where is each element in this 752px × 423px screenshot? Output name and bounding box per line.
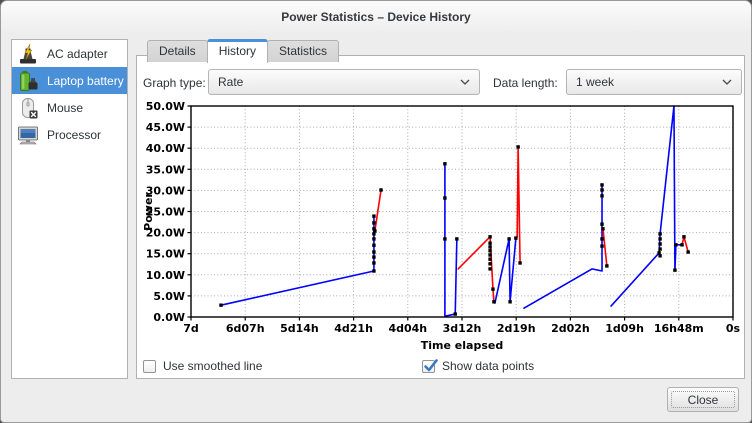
checkbox-label: Use smoothed line — [163, 359, 262, 373]
svg-text:40.0W: 40.0W — [146, 142, 185, 155]
svg-text:50.0W: 50.0W — [146, 100, 185, 113]
svg-text:35.0W: 35.0W — [146, 163, 185, 176]
svg-text:5d14h: 5d14h — [280, 322, 319, 335]
tab-statistics[interactable]: Statistics — [267, 40, 339, 62]
sidebar-item-label: Processor — [47, 128, 101, 142]
svg-text:2d19h: 2d19h — [497, 322, 536, 335]
svg-text:Time elapsed: Time elapsed — [421, 339, 503, 351]
graph-type-select[interactable]: Rate — [208, 69, 480, 95]
svg-text:45.0W: 45.0W — [146, 121, 185, 134]
sidebar-item-label: Laptop battery — [47, 74, 124, 88]
data-length-value: 1 week — [576, 75, 614, 89]
svg-text:15.0W: 15.0W — [146, 248, 185, 261]
device-list: AC adapter Laptop battery Mouse — [11, 39, 128, 379]
svg-text:0s: 0s — [726, 322, 741, 335]
show-data-points-checkbox[interactable]: Show data points — [422, 359, 534, 373]
sidebar-item-label: Mouse — [47, 101, 83, 115]
data-length-label: Data length: — [493, 76, 558, 90]
svg-text:Power: Power — [142, 192, 155, 231]
device-history-chart: 7d 6d07h 5d14h 4d21h 4d04h 3d12h 2d19h 2d02h 1d0… — [141, 99, 745, 351]
laptop-battery-icon — [16, 69, 40, 93]
svg-text:10.0W: 10.0W — [146, 269, 185, 282]
ac-adapter-icon — [16, 42, 40, 66]
titlebar: Power Statistics – Device History — [1, 1, 751, 33]
checkbox-box — [143, 360, 156, 373]
mouse-icon — [16, 96, 40, 120]
data-length-select[interactable]: 1 week — [566, 69, 742, 95]
sidebar-item-label: AC adapter — [47, 47, 108, 61]
svg-text:5.0W: 5.0W — [153, 290, 185, 303]
svg-text:16h48m: 16h48m — [654, 322, 704, 335]
svg-text:1d09h: 1d09h — [605, 322, 644, 335]
chevron-down-icon — [460, 79, 470, 85]
close-button[interactable]: Close — [667, 387, 739, 412]
tab-details[interactable]: Details — [147, 40, 208, 62]
processor-icon — [16, 123, 40, 147]
sidebar-item-mouse[interactable]: Mouse — [12, 94, 127, 121]
sidebar-item-ac-adapter[interactable]: AC adapter — [12, 40, 127, 67]
tab-history[interactable]: History — [207, 39, 268, 63]
notebook-tabs: Details History Statistics — [147, 39, 338, 62]
svg-text:7d: 7d — [183, 322, 199, 335]
svg-text:4d21h: 4d21h — [334, 322, 373, 335]
sidebar-item-processor[interactable]: Processor — [12, 121, 127, 148]
chevron-down-icon — [722, 79, 732, 85]
checkmark-icon — [423, 358, 439, 374]
graph-type-label: Graph type: — [143, 76, 206, 90]
power-statistics-window: Power Statistics – Device History AC ada… — [0, 0, 752, 423]
checkbox-box — [422, 360, 435, 373]
svg-text:2d02h: 2d02h — [551, 322, 590, 335]
svg-text:6d07h: 6d07h — [226, 322, 265, 335]
sidebar-item-laptop-battery[interactable]: Laptop battery — [12, 67, 127, 94]
window-title: Power Statistics – Device History — [281, 10, 470, 24]
use-smoothed-line-checkbox[interactable]: Use smoothed line — [143, 359, 262, 373]
history-tab-page: Graph type: Rate Data length: 1 week 7d 6… — [136, 55, 745, 379]
checkbox-label: Show data points — [442, 359, 534, 373]
svg-text:3d12h: 3d12h — [443, 322, 482, 335]
svg-text:0.0W: 0.0W — [153, 311, 185, 324]
graph-type-value: Rate — [218, 75, 243, 89]
svg-text:4d04h: 4d04h — [388, 322, 427, 335]
